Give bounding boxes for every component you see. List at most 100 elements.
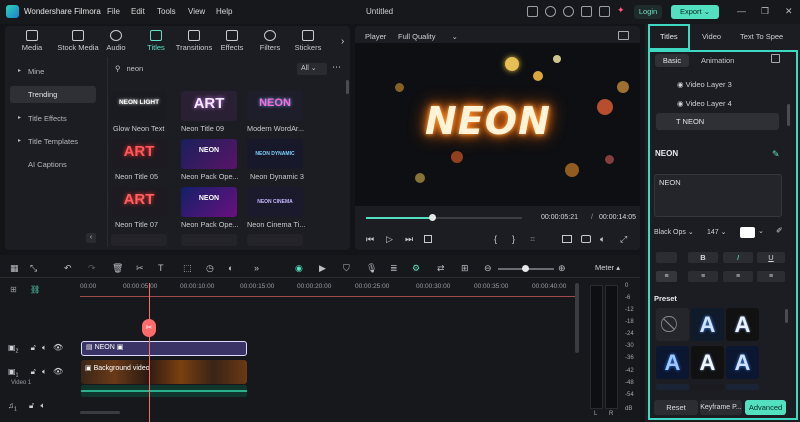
more-options-icon[interactable]: ⋯ <box>332 62 341 73</box>
title-thumb-partial[interactable] <box>111 234 167 246</box>
zoom-in-icon[interactable]: ⊕ <box>558 263 566 274</box>
scrollbar[interactable] <box>346 80 349 94</box>
lock-icon[interactable]: 🔓︎ <box>31 367 36 376</box>
menu-tools[interactable]: Tools <box>157 7 176 16</box>
sidebar-item-ai-captions[interactable]: AI Captions <box>10 156 96 173</box>
snap-icon[interactable]: ⚙ <box>412 263 420 274</box>
lock-icon[interactable]: 🔓︎ <box>29 401 34 410</box>
camera-icon[interactable] <box>581 235 591 243</box>
add-track-icon[interactable]: ⊞ <box>10 285 17 294</box>
eyedropper-icon[interactable]: ✐ <box>776 226 783 235</box>
more-tools-icon[interactable]: » <box>254 263 259 273</box>
mute-icon[interactable]: 🔈︎ <box>40 401 45 410</box>
zoom-handle[interactable] <box>522 265 529 272</box>
font-select[interactable]: Black Ops ⌄ <box>654 227 700 239</box>
tab-effects[interactable]: Effects <box>213 30 251 52</box>
font-size-select[interactable]: 147 ⌄ <box>707 227 731 239</box>
preset-item[interactable]: A <box>691 346 724 379</box>
text-content-field[interactable]: NEON <box>654 174 782 217</box>
zoom-out-icon[interactable]: ⊖ <box>484 263 492 274</box>
export-button[interactable]: Export ⌄ <box>671 5 719 19</box>
fullscreen-icon[interactable]: ⤢ <box>620 234 627 245</box>
playhead[interactable] <box>149 283 150 422</box>
title-thumb-partial[interactable] <box>181 234 237 246</box>
layout-icon[interactable]: ▦ <box>10 263 19 274</box>
select-tool-icon[interactable]: ⤡ <box>30 263 37 274</box>
gift-icon[interactable]: ✦ <box>617 5 627 17</box>
bookmark-icon[interactable] <box>581 6 592 17</box>
text-style-button[interactable] <box>656 252 677 263</box>
tab-filters[interactable]: Filters <box>251 30 289 52</box>
background-video-clip[interactable]: ▣ Background video <box>81 360 247 384</box>
microphone-icon[interactable]: 🎙︎ <box>366 263 377 274</box>
text-add-icon[interactable]: T <box>158 263 164 273</box>
title-thumb-neon-dynamic-3[interactable]: NEON DYNAMIC <box>247 139 303 169</box>
preset-item[interactable] <box>726 384 759 390</box>
title-thumb-modern-wordart[interactable]: NEON <box>247 91 303 121</box>
cloud-upload-icon[interactable] <box>563 6 574 17</box>
playhead-split-icon[interactable]: ✂ <box>142 319 156 337</box>
timeline-scrollbar[interactable] <box>80 411 120 414</box>
justify-button[interactable]: ≡ <box>757 271 785 282</box>
color-icon[interactable]: ◐ <box>228 263 233 273</box>
login-button[interactable]: Login <box>634 5 662 19</box>
crop-icon[interactable]: ⌗ <box>530 234 535 245</box>
layer-item[interactable]: ◉ Video Layer 3 <box>677 80 732 89</box>
sidebar-item-title-effects[interactable]: ▸ Title Effects <box>10 110 96 127</box>
marker-icon[interactable]: ⛉ <box>343 263 350 274</box>
display-icon[interactable] <box>562 235 572 243</box>
audio-mix-icon[interactable]: ≣ <box>390 263 398 274</box>
grid-icon[interactable] <box>599 6 610 17</box>
menu-file[interactable]: File <box>107 7 120 16</box>
sidebar-item-trending[interactable]: Trending <box>10 86 96 103</box>
scrubber-handle[interactable] <box>428 214 436 221</box>
menu-view[interactable]: View <box>188 7 205 16</box>
bold-button[interactable]: B <box>688 252 718 263</box>
play-range-icon[interactable]: ▶ <box>319 263 326 274</box>
preset-item[interactable]: A <box>656 346 689 379</box>
scrollbar[interactable] <box>575 283 579 353</box>
monitor-icon[interactable] <box>527 6 538 17</box>
subtab-basic[interactable]: Basic <box>655 54 689 67</box>
tab-titles[interactable]: Titles <box>137 30 175 52</box>
align-right-button[interactable]: ≡ <box>723 271 753 282</box>
preset-none-icon[interactable]: ⃠ <box>656 308 689 341</box>
quality-select[interactable]: Full Quality ⌄ <box>398 32 458 41</box>
title-thumb-partial[interactable] <box>247 234 303 246</box>
replace-icon[interactable]: ⇄ <box>437 263 445 274</box>
eye-icon[interactable]: 👁︎ <box>53 367 63 376</box>
chevron-right-icon[interactable]: › <box>341 36 344 47</box>
minimize-icon[interactable]: — <box>737 6 746 16</box>
title-thumb-neon-pack-1[interactable]: NEON <box>181 139 237 169</box>
delete-icon[interactable]: 🗑︎ <box>112 263 123 274</box>
tab-text-to-speech[interactable]: Text To Spee <box>740 32 798 41</box>
tab-audio[interactable]: Audio <box>97 30 135 52</box>
title-thumb-neon-09[interactable]: ART <box>181 91 237 121</box>
sidebar-item-title-templates[interactable]: ▸ Title Templates <box>10 133 96 150</box>
link-icon[interactable]: ⛓ <box>30 285 40 294</box>
audio-waveform[interactable] <box>81 385 247 397</box>
split-icon[interactable]: ✂ <box>136 263 144 274</box>
undo-icon[interactable]: ↶ <box>64 263 72 274</box>
preset-item[interactable] <box>656 384 689 390</box>
tab-transitions[interactable]: Transitions <box>175 30 213 52</box>
next-frame-icon[interactable]: ⏭ <box>405 234 413 245</box>
scrollbar[interactable] <box>785 309 788 323</box>
tab-stock-media[interactable]: Stock Media <box>53 30 103 52</box>
preset-item[interactable]: A <box>726 346 759 379</box>
title-thumb-neon-cinema[interactable]: NEON CINEMA <box>247 187 303 217</box>
advanced-button[interactable]: Advanced <box>745 400 786 415</box>
lock-icon[interactable]: 🔓︎ <box>31 343 36 352</box>
subtab-animation[interactable]: Animation <box>701 56 734 65</box>
mark-in-icon[interactable]: { <box>494 234 497 244</box>
stop-icon[interactable] <box>424 235 432 243</box>
title-clip[interactable]: ▤ NEON ▣ <box>81 341 247 356</box>
title-thumb-neon-pack-2[interactable]: NEON <box>181 187 237 217</box>
search-input[interactable]: ⚲ neon <box>115 64 143 73</box>
tab-video-props[interactable]: Video <box>702 32 721 41</box>
filter-select[interactable]: All ⌄ <box>297 63 327 75</box>
preset-item[interactable] <box>691 384 724 390</box>
tab-stickers[interactable]: Stickers <box>289 30 327 52</box>
time-ruler[interactable]: 00:00 00:00:05:00 00:00:10:00 00:00:15:0… <box>80 283 575 295</box>
maximize-icon[interactable]: ❐ <box>761 6 769 17</box>
